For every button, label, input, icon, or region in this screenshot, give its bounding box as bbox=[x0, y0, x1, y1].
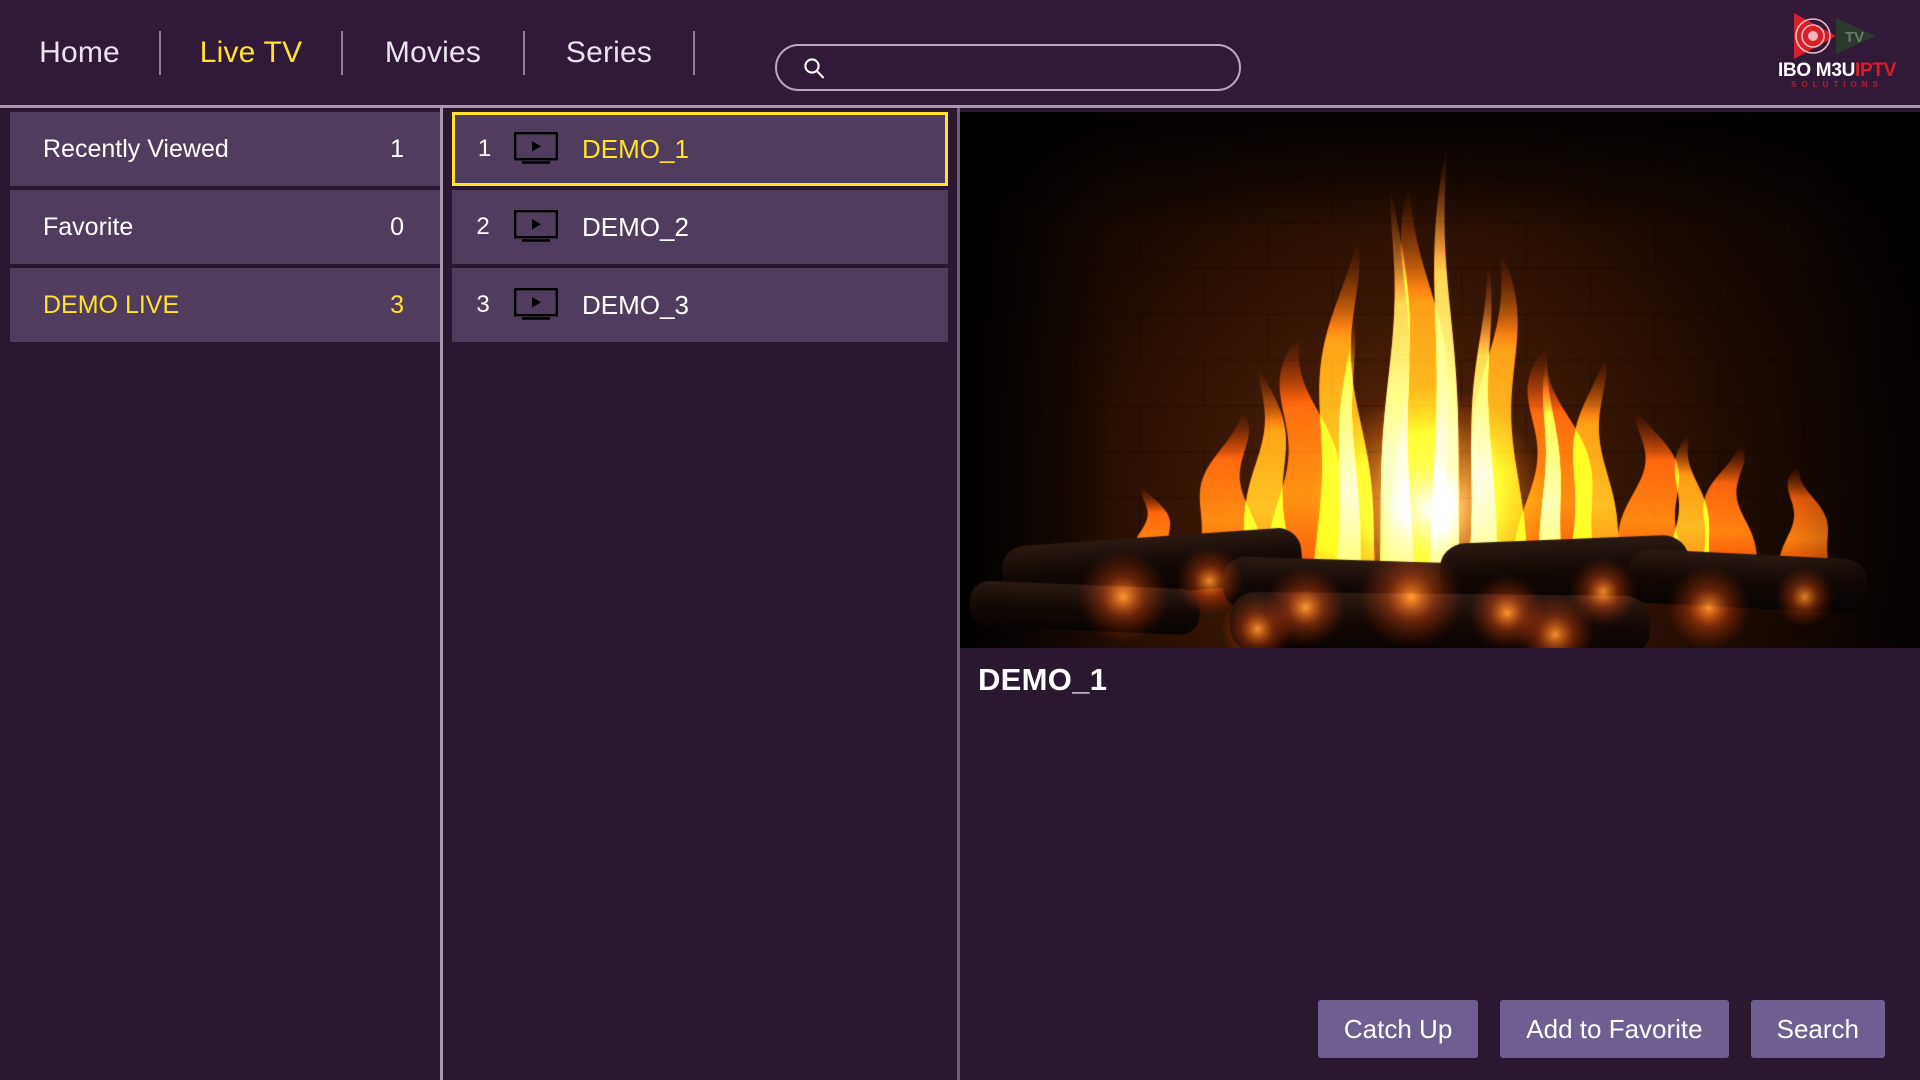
category-item-recently-viewed[interactable]: Recently Viewed 1 bbox=[10, 112, 440, 186]
fireplace-video-frame bbox=[960, 112, 1920, 648]
category-item-demo-live[interactable]: DEMO LIVE 3 bbox=[10, 268, 440, 342]
main-navigation: Home Live TV Movies Series bbox=[0, 0, 695, 105]
iptv-app-window: Home Live TV Movies Series TV IBO M3UIPT… bbox=[0, 0, 1920, 1080]
search-bar[interactable] bbox=[775, 44, 1241, 91]
logo-wordmark: IBO M3UIPTV bbox=[1762, 60, 1912, 82]
tv-play-icon bbox=[514, 288, 558, 320]
add-to-favorite-button[interactable]: Add to Favorite bbox=[1500, 1000, 1729, 1058]
category-count: 3 bbox=[390, 290, 404, 319]
channel-number: 3 bbox=[476, 291, 490, 318]
channel-name: DEMO_1 bbox=[582, 133, 689, 164]
logo-text-accent: IPTV bbox=[1855, 60, 1897, 81]
channel-row-demo-2[interactable]: 2 DEMO_2 bbox=[452, 190, 948, 264]
category-panel-divider bbox=[440, 108, 443, 1080]
svg-text:TV: TV bbox=[1845, 29, 1864, 46]
channel-list: 1 DEMO_1 2 DEMO_2 3 DEMO_3 bbox=[452, 112, 952, 346]
channel-row-demo-1[interactable]: 1 DEMO_1 bbox=[452, 112, 948, 186]
nav-divider bbox=[693, 30, 695, 75]
logo-text-primary: IBO M3U bbox=[1777, 60, 1856, 81]
category-label: Recently Viewed bbox=[43, 134, 229, 163]
nav-item-home[interactable]: Home bbox=[39, 36, 120, 70]
category-label: DEMO LIVE bbox=[43, 290, 180, 319]
header-underline bbox=[0, 105, 1920, 108]
channel-row-demo-3[interactable]: 3 DEMO_3 bbox=[452, 268, 948, 342]
channel-number: 1 bbox=[477, 135, 492, 162]
catch-up-button[interactable]: Catch Up bbox=[1317, 1000, 1479, 1058]
nav-item-series[interactable]: Series bbox=[566, 36, 652, 70]
channel-name: DEMO_3 bbox=[582, 289, 689, 320]
now-playing-title: DEMO_1 bbox=[978, 662, 1108, 697]
nav-item-live-tv[interactable]: Live TV bbox=[200, 36, 303, 70]
category-item-favorite[interactable]: Favorite 0 bbox=[10, 190, 440, 264]
action-button-bar: Catch Up Add to Favorite Search bbox=[960, 1000, 1910, 1058]
category-label: Favorite bbox=[43, 212, 134, 241]
category-count: 0 bbox=[390, 212, 404, 241]
search-input[interactable] bbox=[826, 46, 1239, 89]
top-header-bar: Home Live TV Movies Series TV IBO M3UIPT… bbox=[0, 0, 1920, 108]
play-triangle-logo-icon: TV bbox=[1794, 13, 1876, 59]
category-count: 1 bbox=[390, 134, 404, 163]
category-list: Recently Viewed 1 Favorite 0 DEMO LIVE 3 bbox=[0, 112, 440, 346]
search-icon bbox=[804, 57, 825, 78]
tv-play-icon bbox=[514, 210, 558, 242]
channel-name: DEMO_2 bbox=[582, 211, 689, 242]
video-preview[interactable] bbox=[960, 112, 1920, 648]
tv-play-icon bbox=[514, 132, 558, 164]
search-button[interactable]: Search bbox=[1750, 1000, 1885, 1058]
app-logo: TV IBO M3UIPTV SOLUTIONS bbox=[1762, 8, 1912, 100]
logo-subtitle: SOLUTIONS bbox=[1791, 80, 1883, 89]
nav-item-movies[interactable]: Movies bbox=[385, 36, 481, 70]
channel-number: 2 bbox=[476, 213, 490, 240]
